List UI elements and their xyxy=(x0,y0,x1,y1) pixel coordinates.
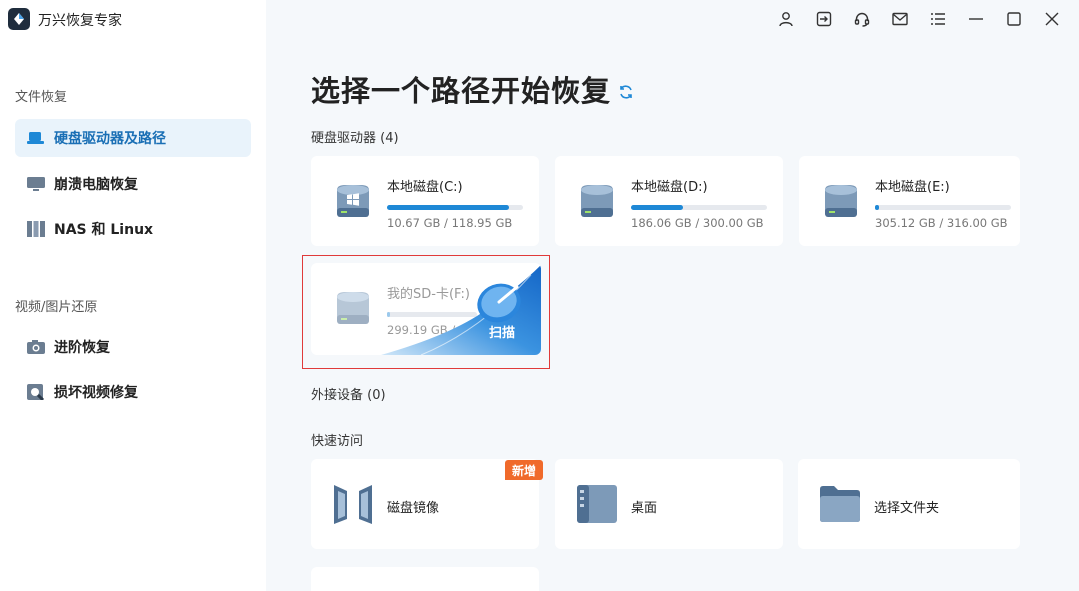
app-logo-icon xyxy=(8,8,30,30)
sidebar-item-label: NAS 和 Linux xyxy=(54,222,154,238)
quick-access-label: 快速访问 xyxy=(311,434,364,449)
quick-item-label: 桌面 xyxy=(631,501,658,516)
camera-icon xyxy=(27,339,45,355)
drives-count: (4) xyxy=(380,131,399,146)
sign-in-icon[interactable] xyxy=(805,8,843,30)
quick-item-partial[interactable] xyxy=(311,567,539,591)
drive-name: 本地磁盘(E:) xyxy=(875,180,950,195)
hard-drive-icon xyxy=(27,130,45,146)
quick-item-select-folder[interactable]: 选择文件夹 xyxy=(798,459,1020,549)
drive-card-c[interactable]: 本地磁盘(C:) 10.67 GB / 118.95 GB xyxy=(311,156,539,246)
drive-usage-bar xyxy=(631,205,767,210)
drive-size: 305.12 GB / 316.00 GB xyxy=(875,216,1008,230)
section-label-file-recovery: 文件恢复 xyxy=(15,90,68,105)
sidebar-item-nas-linux[interactable]: NAS 和 Linux xyxy=(15,210,251,248)
headset-icon[interactable] xyxy=(843,8,881,30)
mail-icon[interactable] xyxy=(881,8,919,30)
drive-name: 本地磁盘(C:) xyxy=(387,180,463,195)
sidebar-item-hard-drives[interactable]: 硬盘驱动器及路径 xyxy=(15,119,251,157)
drive-name: 本地磁盘(D:) xyxy=(631,180,708,195)
desktop-icon xyxy=(575,483,619,525)
drive-card-d[interactable]: 本地磁盘(D:) 186.06 GB / 300.00 GB xyxy=(555,156,783,246)
titlebar xyxy=(767,8,1071,30)
sidebar-item-label: 进阶恢复 xyxy=(54,340,110,356)
drive-icon xyxy=(821,182,861,220)
scan-dial-icon xyxy=(475,281,523,325)
sidebar-item-label: 崩溃电脑恢复 xyxy=(54,177,138,193)
drive-size: 10.67 GB / 118.95 GB xyxy=(387,216,513,230)
nas-icon xyxy=(27,221,45,237)
disk-image-icon xyxy=(331,483,375,525)
external-section-label: 外接设备 (0) xyxy=(311,384,386,403)
sidebar: 万兴恢复专家 文件恢复 硬盘驱动器及路径 崩溃电脑恢复 NAS 和 Linux … xyxy=(0,0,266,591)
close-icon[interactable] xyxy=(1033,8,1071,30)
sidebar-item-advanced-recovery[interactable]: 进阶恢复 xyxy=(15,328,251,366)
app-title: 万兴恢复专家 xyxy=(38,13,122,29)
sidebar-item-crash-recovery[interactable]: 崩溃电脑恢复 xyxy=(15,165,251,203)
scan-button[interactable]: 扫描 xyxy=(489,322,515,341)
sidebar-item-label: 损坏视频修复 xyxy=(54,385,138,401)
windows-drive-icon xyxy=(333,182,373,220)
page-title: 选择一个路径开始恢复 xyxy=(311,74,612,108)
user-icon[interactable] xyxy=(767,8,805,30)
quick-item-label: 磁盘镜像 xyxy=(387,501,440,516)
quick-item-label: 选择文件夹 xyxy=(874,501,940,516)
section-label-media-restore: 视频/图片还原 xyxy=(15,300,98,315)
drives-label-text: 硬盘驱动器 xyxy=(311,131,377,146)
drive-icon xyxy=(577,182,617,220)
folder-icon xyxy=(818,483,862,525)
external-count: (0) xyxy=(367,388,386,403)
refresh-icon[interactable] xyxy=(618,84,634,100)
monitor-icon xyxy=(27,176,45,192)
sidebar-item-video-repair[interactable]: 损坏视频修复 xyxy=(15,373,251,411)
maximize-icon[interactable] xyxy=(995,8,1033,30)
quick-item-desktop[interactable]: 桌面 xyxy=(555,459,783,549)
drive-usage-bar xyxy=(387,205,523,210)
sd-drive-icon xyxy=(333,289,373,327)
external-label-text: 外接设备 xyxy=(311,388,364,403)
new-badge: 新增 xyxy=(505,460,543,480)
minimize-icon[interactable] xyxy=(957,8,995,30)
drive-usage-bar xyxy=(875,205,1011,210)
drive-card-e[interactable]: 本地磁盘(E:) 305.12 GB / 316.00 GB xyxy=(799,156,1020,246)
drives-section-label: 硬盘驱动器 (4) xyxy=(311,127,399,146)
menu-icon[interactable] xyxy=(919,8,957,30)
sidebar-item-label: 硬盘驱动器及路径 xyxy=(54,131,166,147)
video-repair-icon xyxy=(27,384,45,400)
drive-size: 186.06 GB / 300.00 GB xyxy=(631,216,764,230)
drive-card-f[interactable]: 我的SD-卡(F:) 299.19 GB / 315 扫描 xyxy=(311,263,541,355)
